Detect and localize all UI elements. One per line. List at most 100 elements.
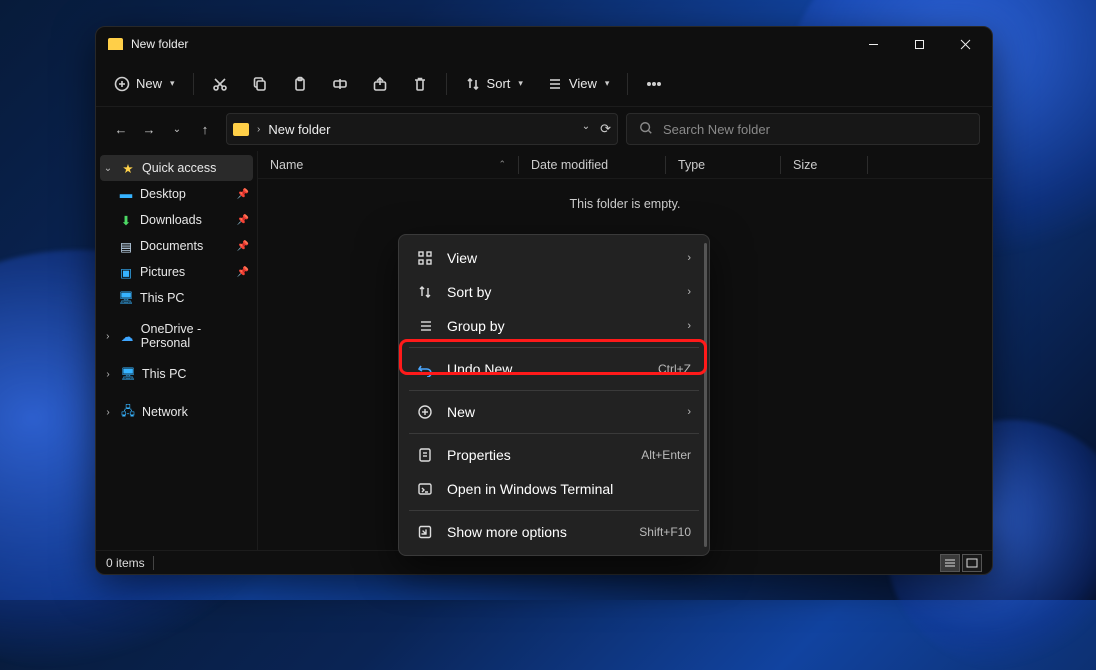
toolbar: New ▾ Sort ▾ View ▾: [96, 61, 992, 107]
sidebar: ⌄ ★ Quick access ▬ Desktop 📌 ⬇ Downloads…: [96, 151, 258, 550]
plus-circle-icon: [417, 404, 433, 420]
column-name[interactable]: Name⌃: [258, 158, 518, 172]
window-title: New folder: [131, 37, 188, 51]
up-button[interactable]: ↑: [196, 122, 214, 137]
context-scrollbar[interactable]: [704, 243, 707, 547]
recent-button[interactable]: ⌄: [168, 124, 186, 135]
context-shortcut: Alt+Enter: [641, 448, 691, 462]
forward-button[interactable]: →: [140, 122, 158, 137]
column-date[interactable]: Date modified: [519, 158, 665, 172]
context-shortcut: Shift+F10: [639, 525, 691, 539]
column-type[interactable]: Type: [666, 158, 780, 172]
chevron-right-icon: ›: [102, 331, 113, 342]
context-new[interactable]: New ›: [405, 395, 703, 429]
sidebar-item-label: OneDrive - Personal: [141, 322, 249, 350]
address-bar[interactable]: › New folder ⌄ ⟳: [226, 113, 618, 145]
address-dropdown[interactable]: ⌄: [582, 121, 590, 137]
delete-button[interactable]: [402, 68, 438, 100]
sidebar-onedrive[interactable]: › ☁ OneDrive - Personal: [96, 323, 257, 349]
pc-icon: 🖥: [118, 291, 134, 306]
new-button[interactable]: New ▾: [104, 68, 185, 100]
sort-icon: [465, 76, 481, 92]
close-button[interactable]: [942, 27, 988, 61]
plus-circle-icon: [114, 76, 130, 92]
context-shortcut: Ctrl+Z: [658, 362, 691, 376]
sidebar-item-downloads[interactable]: ⬇ Downloads 📌: [96, 207, 257, 233]
context-label: Open in Windows Terminal: [447, 481, 613, 497]
thumbnails-view-button[interactable]: [962, 554, 982, 572]
sidebar-item-label: Desktop: [140, 187, 186, 201]
chevron-right-icon: ›: [687, 320, 691, 332]
sidebar-item-label: Documents: [140, 239, 203, 253]
context-group-by[interactable]: Group by ›: [405, 309, 703, 343]
refresh-button[interactable]: ⟳: [600, 121, 611, 137]
pin-icon: 📌: [237, 241, 249, 252]
context-more-options[interactable]: Show more options Shift+F10: [405, 515, 703, 549]
cut-button[interactable]: [202, 68, 238, 100]
sidebar-item-desktop[interactable]: ▬ Desktop 📌: [96, 181, 257, 207]
sidebar-item-pictures[interactable]: ▣ Pictures 📌: [96, 259, 257, 285]
context-view[interactable]: View ›: [405, 241, 703, 275]
titlebar[interactable]: New folder: [96, 27, 992, 61]
empty-message: This folder is empty.: [258, 179, 992, 229]
maximize-button[interactable]: [896, 27, 942, 61]
sidebar-item-thispc[interactable]: 🖥 This PC: [96, 285, 257, 311]
sidebar-item-label: This PC: [140, 291, 184, 305]
chevron-right-icon: ›: [102, 369, 114, 380]
pin-icon: 📌: [237, 215, 249, 226]
chevron-right-icon: ›: [102, 407, 114, 418]
context-label: Properties: [447, 447, 511, 463]
terminal-icon: [417, 481, 433, 497]
context-properties[interactable]: Properties Alt+Enter: [405, 438, 703, 472]
minimize-button[interactable]: [850, 27, 896, 61]
sidebar-item-label: This PC: [142, 367, 186, 381]
sidebar-this-pc[interactable]: › 🖥 This PC: [96, 361, 257, 387]
view-icon: [547, 76, 563, 92]
chevron-right-icon: ›: [687, 406, 691, 418]
pc-icon: 🖥: [120, 367, 136, 382]
chevron-right-icon: ›: [687, 286, 691, 298]
sort-icon: [417, 284, 433, 300]
column-size[interactable]: Size: [781, 158, 867, 172]
sidebar-item-label: Pictures: [140, 265, 185, 279]
chevron-down-icon: ▾: [605, 78, 610, 89]
status-items: 0 items: [106, 556, 145, 570]
network-icon: 🖧: [120, 402, 136, 423]
navigation-row: ← → ⌄ ↑ › New folder ⌄ ⟳ Search New fold…: [96, 107, 992, 151]
context-undo-new[interactable]: Undo New Ctrl+Z: [405, 352, 703, 386]
paste-button[interactable]: [282, 68, 318, 100]
chevron-right-icon: ›: [687, 252, 691, 264]
more-button[interactable]: [636, 68, 672, 100]
ellipsis-icon: [646, 76, 662, 92]
desktop-icon: ▬: [118, 187, 134, 201]
sidebar-quick-access[interactable]: ⌄ ★ Quick access: [100, 155, 253, 181]
sidebar-item-documents[interactable]: ▤ Documents 📌: [96, 233, 257, 259]
cloud-icon: ☁: [119, 329, 134, 344]
pictures-icon: ▣: [118, 265, 134, 280]
back-button[interactable]: ←: [112, 122, 130, 137]
clipboard-icon: [292, 76, 308, 92]
properties-icon: [417, 447, 433, 463]
context-label: New: [447, 404, 475, 420]
copy-button[interactable]: [242, 68, 278, 100]
sidebar-network[interactable]: › 🖧 Network: [96, 399, 257, 425]
sidebar-item-label: Network: [142, 405, 188, 419]
context-menu: View › Sort by › Group by › Undo New Ctr…: [398, 234, 710, 556]
search-input[interactable]: Search New folder: [626, 113, 980, 145]
star-icon: ★: [120, 161, 136, 176]
chevron-down-icon: ⌄: [102, 163, 114, 174]
sort-button[interactable]: Sort ▾: [455, 68, 533, 100]
folder-icon: [233, 123, 249, 136]
view-label: View: [569, 76, 597, 91]
context-sort-by[interactable]: Sort by ›: [405, 275, 703, 309]
rename-button[interactable]: [322, 68, 358, 100]
context-label: View: [447, 250, 477, 266]
details-view-button[interactable]: [940, 554, 960, 572]
context-terminal[interactable]: Open in Windows Terminal: [405, 472, 703, 506]
share-button[interactable]: [362, 68, 398, 100]
pin-icon: 📌: [237, 267, 249, 278]
column-headers: Name⌃ Date modified Type Size: [258, 151, 992, 179]
context-label: Sort by: [447, 284, 491, 300]
expand-icon: [417, 524, 433, 540]
view-button[interactable]: View ▾: [537, 68, 619, 100]
